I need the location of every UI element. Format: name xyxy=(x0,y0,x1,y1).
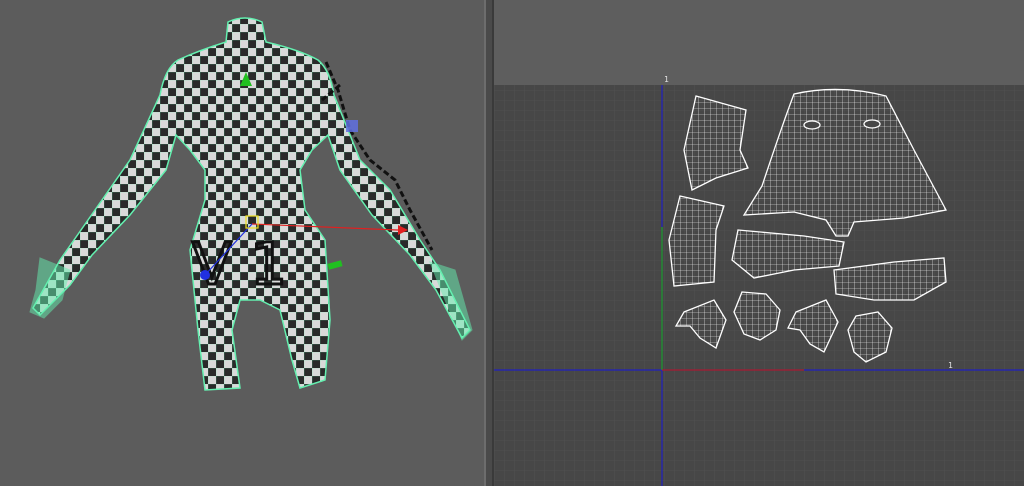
right-hand-mesh[interactable] xyxy=(429,261,473,341)
uv-grid xyxy=(494,85,1024,486)
annotation-text: V 1 xyxy=(192,230,287,298)
uv-canvas[interactable]: 1 1 xyxy=(494,0,1024,486)
viewport-3d[interactable]: V 1 xyxy=(0,0,484,486)
gizmo-view-handle[interactable] xyxy=(346,120,358,132)
gizmo-y-plane[interactable] xyxy=(327,260,343,270)
gizmo-z-handle[interactable] xyxy=(200,270,210,280)
viewport-canvas[interactable]: V 1 xyxy=(0,0,484,486)
uv-right-label: 1 xyxy=(948,361,953,370)
annotation: V 1 xyxy=(191,229,289,300)
uv-top-label: 1 xyxy=(664,75,669,84)
pane-splitter[interactable] xyxy=(484,0,494,486)
uv-editor[interactable]: 1 1 xyxy=(494,0,1024,486)
